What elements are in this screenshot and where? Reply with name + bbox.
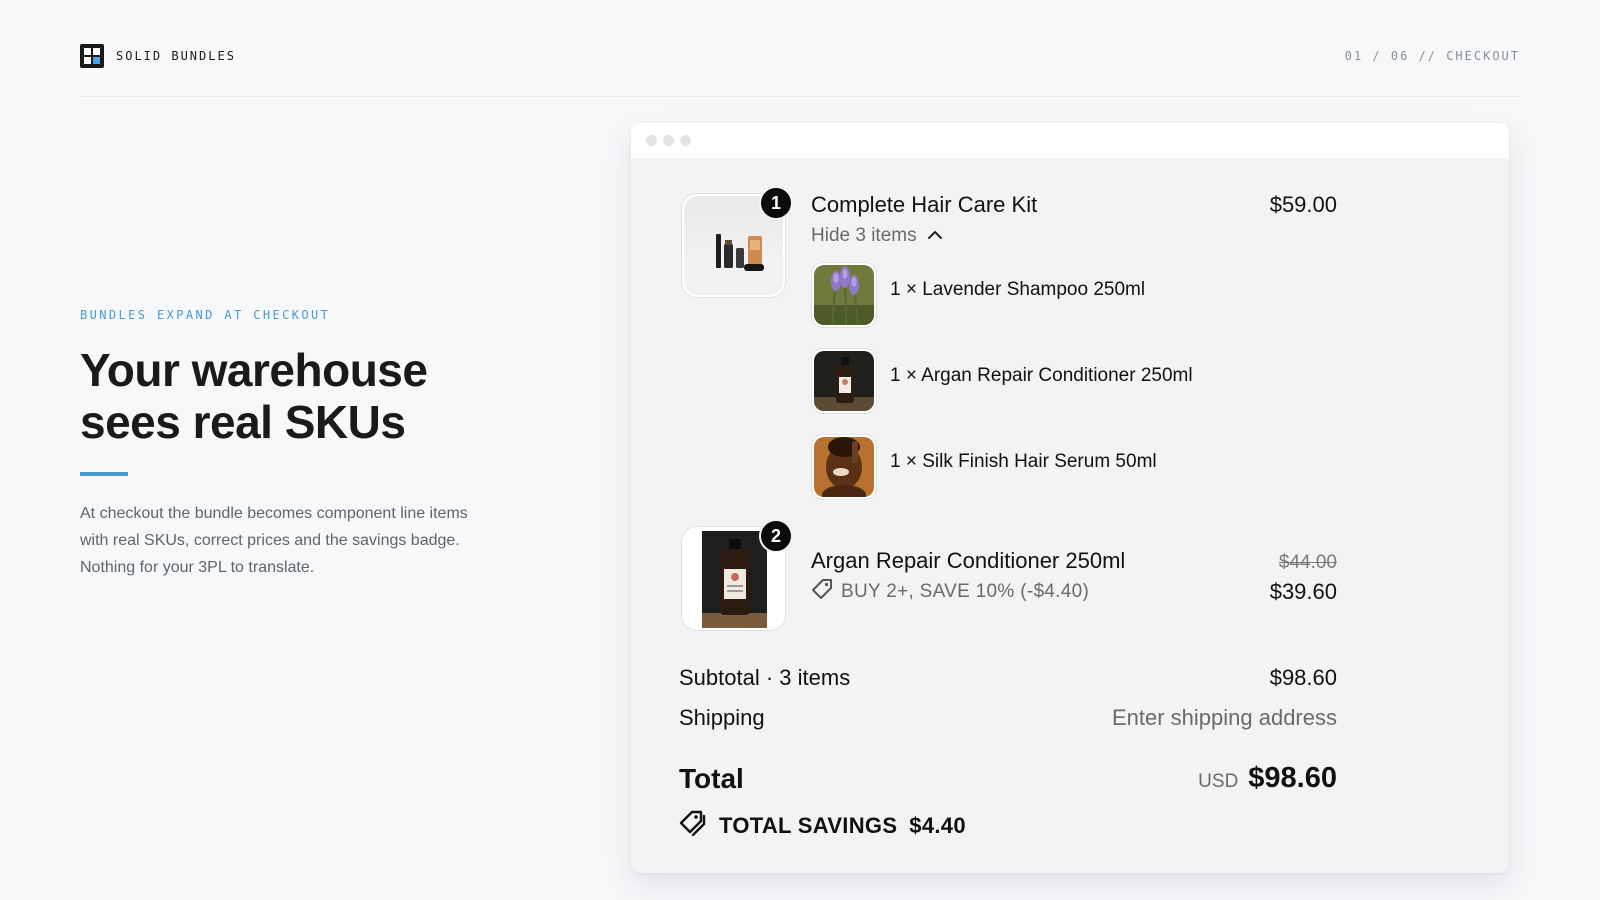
total-currency: USD xyxy=(1198,771,1239,792)
discount-label: BUY 2+, SAVE 10% (-$4.40) xyxy=(811,578,1089,606)
header-divider xyxy=(80,96,1520,97)
subtotal-value: $98.60 xyxy=(1269,665,1337,690)
shipping-value: Enter shipping address xyxy=(1111,705,1337,730)
subtotal-label: Subtotal · 3 items xyxy=(679,665,851,690)
bundle-thumbnail: 1 xyxy=(681,186,793,298)
hero-eyebrow: BUNDLES EXPAND AT CHECKOUT xyxy=(80,308,331,322)
bundle-title: Complete Hair Care Kit xyxy=(811,192,1038,217)
component-thumbnail xyxy=(811,348,877,414)
hide-items-label: Hide 3 items xyxy=(811,225,917,246)
brand-logo-icon xyxy=(80,44,104,68)
component-label: 1 × Lavender Shampoo 250ml xyxy=(890,279,1146,300)
product-thumbnail: 2 xyxy=(681,519,793,631)
window-dot-icon xyxy=(646,135,657,146)
window-chrome xyxy=(631,123,1509,158)
product-title: Argan Repair Conditioner 250ml xyxy=(811,548,1126,573)
component-thumbnail xyxy=(811,434,877,500)
hide-items-toggle[interactable]: Hide 3 items xyxy=(811,225,943,247)
window-dot-icon xyxy=(663,135,674,146)
total-label: Total xyxy=(679,763,744,794)
component-label: 1 × Argan Repair Conditioner 250ml xyxy=(890,365,1193,386)
savings-label: TOTAL SAVINGS xyxy=(719,813,898,838)
discounted-price: $39.60 xyxy=(1269,579,1337,604)
amber-bottle-image xyxy=(814,351,874,411)
component-thumbnail xyxy=(811,262,877,328)
shipping-label: Shipping xyxy=(679,705,765,730)
quantity-badge: 1 xyxy=(759,186,793,220)
hero-description: At checkout the bundle becomes component… xyxy=(80,505,468,576)
top-bar: SOLID BUNDLES 01 / 06 // CHECKOUT xyxy=(80,44,1520,68)
total-amount: $98.60 xyxy=(1248,762,1337,794)
window-dot-icon xyxy=(680,135,691,146)
checkout-window: 1 Complete Hair Care Kit $59.00 Hide 3 i… xyxy=(631,123,1509,873)
slide-breadcrumb: 01 / 06 // CHECKOUT xyxy=(1344,49,1520,63)
savings-value: $4.40 xyxy=(909,813,966,838)
brand[interactable]: SOLID BUNDLES xyxy=(80,44,236,68)
accent-bar xyxy=(80,472,128,476)
brand-name: SOLID BUNDLES xyxy=(116,49,236,63)
original-price: $44.00 xyxy=(1278,552,1337,573)
model-portrait-image xyxy=(814,437,874,497)
chevron-up-icon xyxy=(927,225,943,247)
bundle-price: $59.00 xyxy=(1269,192,1337,217)
hero-headline: Your warehouse sees real SKUs xyxy=(80,344,428,448)
lavender-flowers-image xyxy=(814,265,874,325)
hero-section: BUNDLES EXPAND AT CHECKOUT Your warehous… xyxy=(80,308,500,581)
total-value: USD $98.60 xyxy=(1198,762,1337,795)
component-label: 1 × Silk Finish Hair Serum 50ml xyxy=(890,451,1157,472)
tags-icon xyxy=(679,810,707,842)
discount-text: BUY 2+, SAVE 10% (-$4.40) xyxy=(841,581,1090,602)
tag-icon xyxy=(811,578,833,606)
quantity-badge: 2 xyxy=(759,519,793,553)
total-savings: TOTAL SAVINGS $4.40 xyxy=(679,810,966,842)
